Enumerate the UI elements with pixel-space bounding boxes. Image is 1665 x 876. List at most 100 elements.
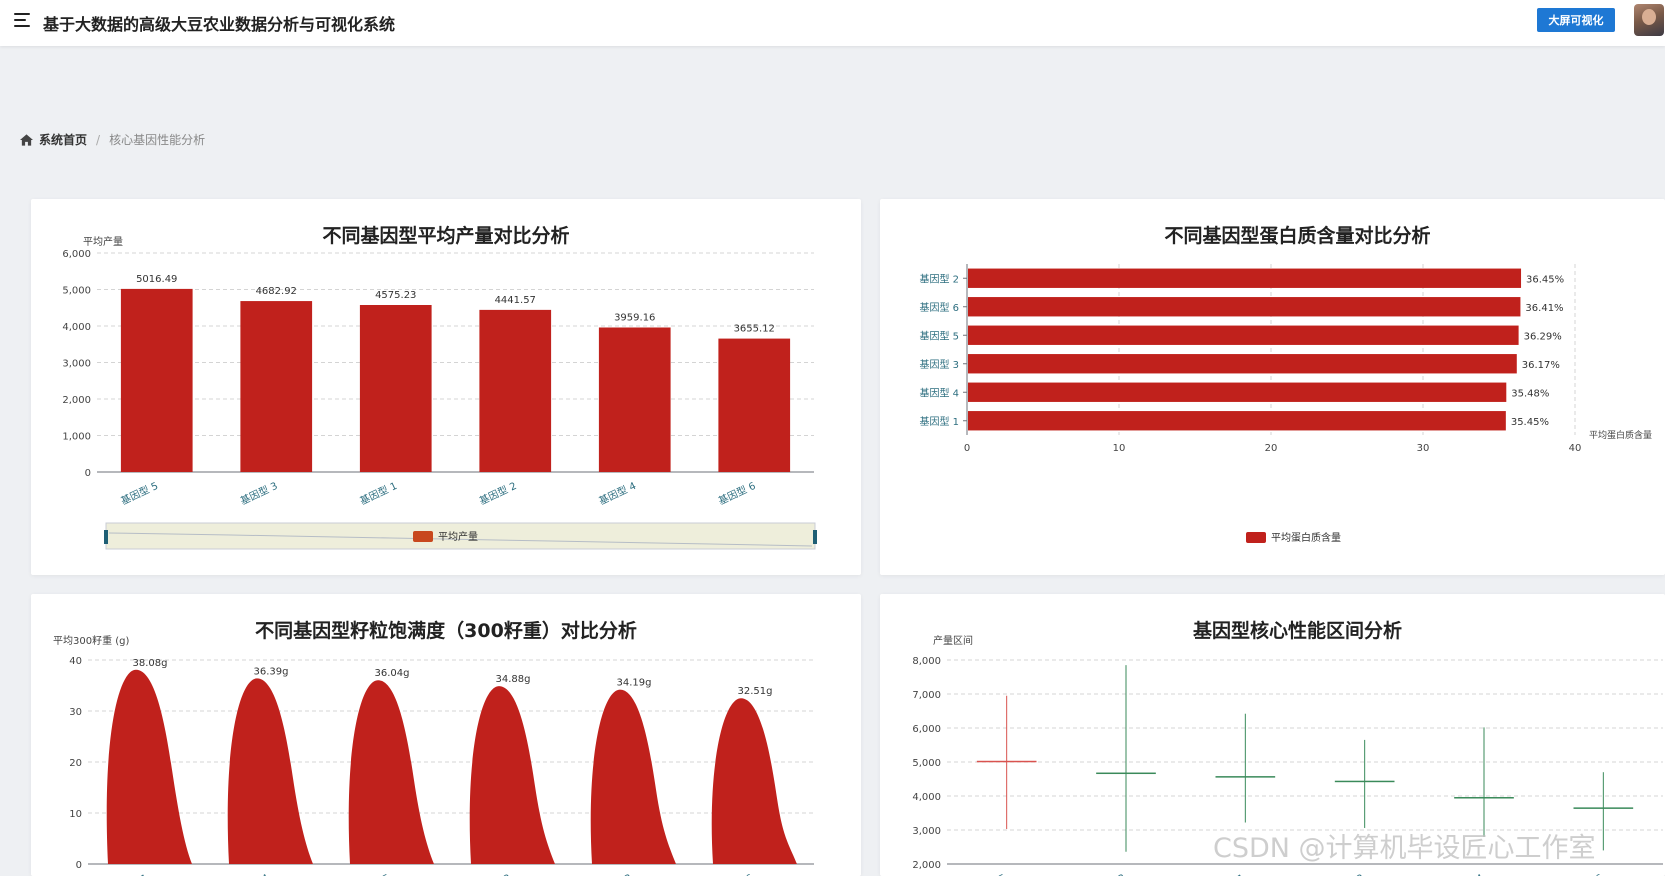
range-y-tick-label: 7,000 <box>912 690 941 701</box>
seed-horn-bar <box>469 686 555 864</box>
seed-y-axis-title: 平均300籽重 (g) <box>53 634 130 647</box>
yield-chart-card: 不同基因型平均产量对比分析 平均产量 0 1,000 2,000 3,000 4,000 5… <box>31 199 861 575</box>
protein-chart-card: 不同基因型蛋白质含量对比分析 0 10 20 30 40 36.45% 基因型 2 36.41… <box>880 199 1665 575</box>
range-y-tick-label: 4,000 <box>912 792 941 803</box>
range-x-tick-label: 基因型 2 <box>1325 871 1366 876</box>
protein-bar <box>968 411 1506 431</box>
breadcrumb-current: 核心基因性能分析 <box>109 133 206 147</box>
yield-x-tick-label: 基因型 4 <box>597 479 638 507</box>
yield-x-tick-label: 基因型 3 <box>238 479 279 507</box>
big-screen-button[interactable]: 大屏可视化 <box>1537 8 1615 32</box>
protein-bar <box>968 325 1519 345</box>
hamburger-menu-icon[interactable] <box>14 12 32 28</box>
protein-value-label: 36.29% <box>1524 331 1562 342</box>
zoom-slider-right-handle <box>813 530 817 544</box>
yield-value-label: 4441.57 <box>495 295 536 306</box>
seed-x-tick-label: 基因型 1 <box>108 871 149 876</box>
protein-x-tick-label: 30 <box>1417 443 1430 454</box>
seed-y-tick-label: 30 <box>69 707 82 718</box>
yield-value-label: 3655.12 <box>734 324 775 335</box>
range-x-tick-label: 基因型 3 <box>1086 871 1127 876</box>
seed-x-tick-label: 基因型 2 <box>471 871 512 876</box>
yield-bar <box>718 338 791 472</box>
yield-y-tick-label: 3,000 <box>62 359 91 370</box>
home-icon <box>20 133 33 146</box>
seed-y-tick-label: 40 <box>69 656 82 667</box>
seed-y-tick-label: 10 <box>69 809 82 820</box>
range-x-tick-label: 基因型 6 <box>1563 871 1604 876</box>
seed-horn-bar <box>227 678 313 864</box>
seed-x-tick-label: 基因型 5 <box>350 871 391 876</box>
yield-value-label: 4682.92 <box>256 286 297 297</box>
zoom-slider-left-handle <box>104 530 108 544</box>
range-y-tick-label: 5,000 <box>912 758 941 769</box>
protein-y-tick-label: 基因型 1 <box>919 415 959 428</box>
range-candle-body <box>1454 797 1514 799</box>
csdn-watermark: CSDN @计算机毕设匠心工作室 <box>1213 833 1596 864</box>
yield-x-tick-label: 基因型 1 <box>358 479 399 507</box>
breadcrumb-home[interactable]: 系统首页 <box>39 131 87 148</box>
yield-value-label: 5016.49 <box>136 274 177 285</box>
yield-value-label: 3959.16 <box>614 312 655 323</box>
seed-value-label: 34.88g <box>496 674 531 685</box>
protein-x-tick-label: 10 <box>1113 443 1126 454</box>
protein-bar <box>968 297 1521 317</box>
yield-y-tick-label: 5,000 <box>62 286 91 297</box>
yield-bar-chart: 平均产量 0 1,000 2,000 3,000 4,000 5,000 6,000 5016.… <box>62 235 817 550</box>
seed-value-label: 36.04g <box>375 668 410 679</box>
yield-x-tick-label: 基因型 6 <box>716 479 757 507</box>
range-y-tick-label: 6,000 <box>912 724 941 735</box>
range-x-tick-label: 基因型 5 <box>967 871 1008 876</box>
yield-x-tick-label: 基因型 2 <box>477 479 518 507</box>
seed-x-tick-label: 基因型 3 <box>592 871 633 876</box>
protein-x-tick-label: 0 <box>964 443 970 454</box>
protein-value-label: 36.41% <box>1525 303 1563 314</box>
protein-y-tick-label: 基因型 5 <box>919 329 959 342</box>
yield-y-tick-label: 1,000 <box>62 432 91 443</box>
seed-value-label: 34.19g <box>617 678 652 689</box>
protein-legend-label: 平均蛋白质含量 <box>1271 531 1341 544</box>
yield-y-tick-label: 4,000 <box>62 322 91 333</box>
yield-bar <box>598 327 671 472</box>
top-navbar: 基于大数据的高级大豆农业数据分析与可视化系统 大屏可视化 <box>0 0 1665 46</box>
protein-hbar-chart: 0 10 20 30 40 36.45% 基因型 2 36.41% 基因型 6 36.29% 基因型… <box>919 264 1652 544</box>
range-candle-body <box>1334 780 1395 783</box>
yield-legend-label: 平均产量 <box>438 530 478 543</box>
yield-y-axis-title: 平均产量 <box>83 235 123 248</box>
protein-value-label: 35.45% <box>1511 417 1549 428</box>
seed-value-label: 36.39g <box>254 666 289 677</box>
seed-horn-bar <box>348 680 434 864</box>
range-candle-body <box>1215 776 1276 778</box>
protein-bar <box>968 354 1517 374</box>
user-avatar[interactable] <box>1634 4 1664 36</box>
protein-bar <box>968 268 1522 288</box>
protein-y-tick-label: 基因型 4 <box>919 386 959 399</box>
yield-value-label: 4575.23 <box>375 290 416 301</box>
protein-value-label: 36.45% <box>1526 274 1564 285</box>
range-x-tick-label: 基因型 4 <box>1444 871 1485 876</box>
range-y-axis-title: 产量区间 <box>933 634 973 647</box>
seed-value-label: 32.51g <box>738 686 773 697</box>
app-title: 基于大数据的高级大豆农业数据分析与可视化系统 <box>43 15 396 34</box>
yield-x-tick-label: 基因型 5 <box>119 479 160 507</box>
protein-x-tick-label: 40 <box>1569 443 1582 454</box>
range-x-tick-label: 基因型 1 <box>1205 871 1246 876</box>
seed-weight-chart: 平均300籽重 (g) 0 10 20 30 40 38.08g 基因型 1 36.39g 基因型… <box>53 634 814 876</box>
range-candle-body <box>1096 772 1156 775</box>
seed-chart-card: 不同基因型籽粒饱满度（300籽重）对比分析 平均300籽重 (g) 0 10 20 30… <box>31 594 861 876</box>
seed-horn-bar <box>711 698 797 864</box>
range-y-tick-label: 2,000 <box>912 860 941 871</box>
range-y-tick-label: 3,000 <box>912 826 941 837</box>
yield-y-tick-label: 2,000 <box>62 395 91 406</box>
protein-y-tick-label: 基因型 6 <box>919 301 959 314</box>
seed-y-tick-label: 20 <box>69 758 82 769</box>
breadcrumb: 系统首页 / 核心基因性能分析 <box>20 131 205 148</box>
range-y-tick-label: 8,000 <box>912 656 941 667</box>
seed-x-tick-label: 基因型 4 <box>229 871 270 876</box>
protein-x-tick-label: 20 <box>1265 443 1278 454</box>
protein-y-tick-label: 基因型 3 <box>919 358 959 371</box>
seed-horn-bar <box>106 669 192 864</box>
protein-x-axis-title: 平均蛋白质含量 <box>1589 429 1652 441</box>
protein-value-label: 35.48% <box>1511 388 1549 399</box>
protein-bar <box>968 382 1507 402</box>
